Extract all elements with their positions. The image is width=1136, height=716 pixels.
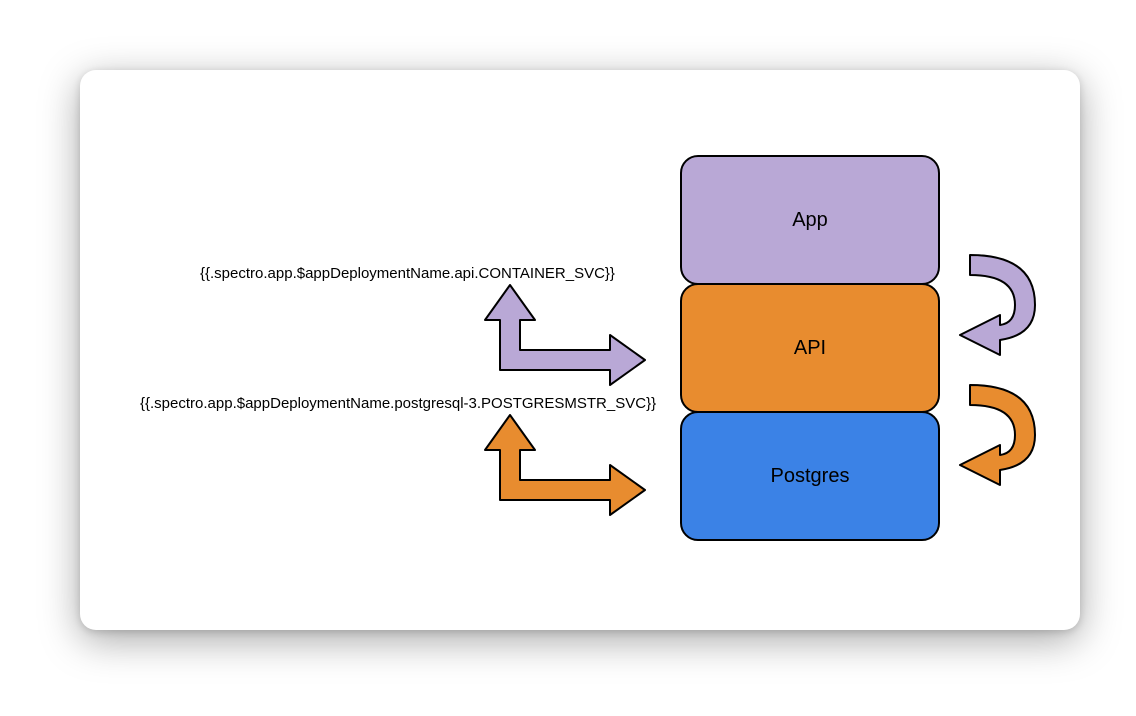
arrow-orange-curve — [950, 365, 1060, 505]
diagram-card: {{.spectro.app.$appDeploymentName.api.CO… — [80, 70, 1080, 630]
arrow-orange-up — [430, 410, 680, 520]
arrow-purple-curve — [950, 235, 1060, 375]
service-stack: App API Postgres — [680, 155, 940, 541]
box-app: App — [680, 155, 940, 285]
box-db: Postgres — [680, 411, 940, 541]
arrow-purple-up — [430, 280, 680, 390]
box-api: API — [680, 283, 940, 413]
